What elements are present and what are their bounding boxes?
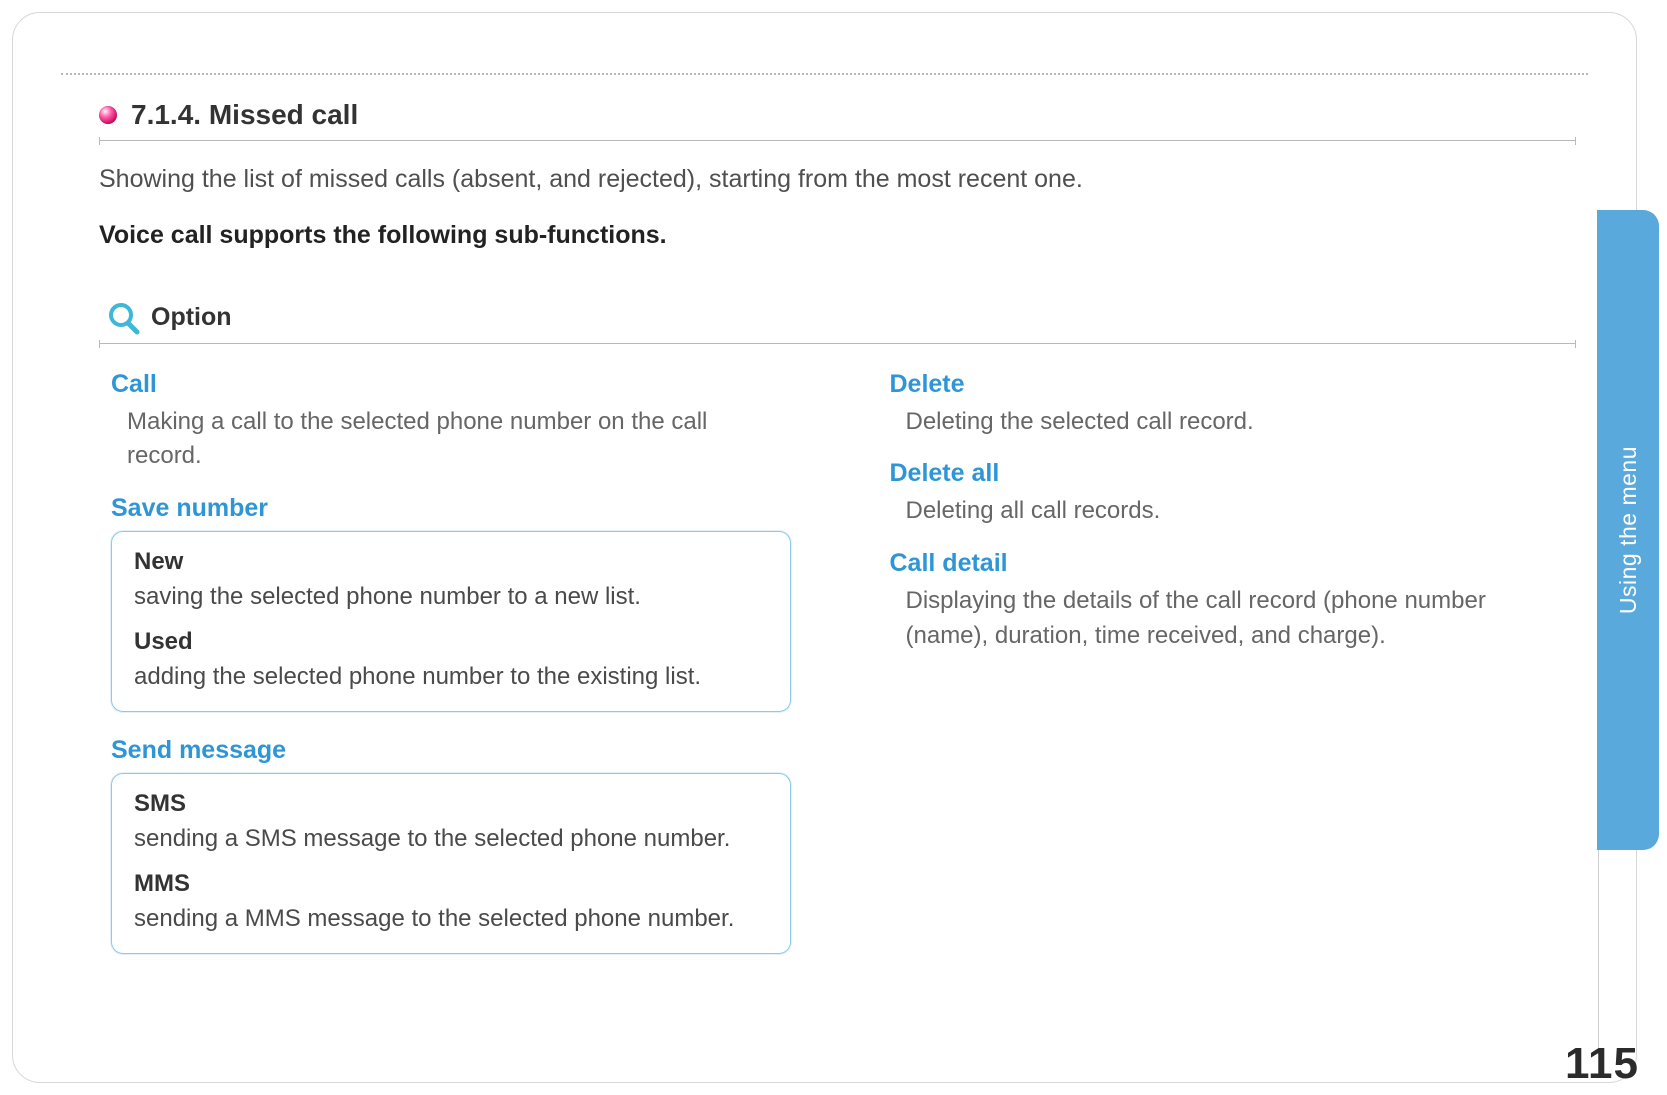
- intro-text: Showing the list of missed calls (absent…: [99, 161, 1576, 199]
- sendmsg-sms-desc: sending a SMS message to the selected ph…: [134, 822, 768, 856]
- content-area: 7.1.4. Missed call Showing the list of m…: [13, 99, 1636, 978]
- magnifier-icon: [105, 300, 141, 336]
- opt-call-desc: Making a call to the selected phone numb…: [127, 405, 767, 475]
- savenumber-new-desc: saving the selected phone number to a ne…: [134, 580, 768, 614]
- right-column: Delete Deleting the selected call record…: [878, 370, 1577, 979]
- page-frame: 7.1.4. Missed call Showing the list of m…: [12, 12, 1637, 1083]
- left-column: Call Making a call to the selected phone…: [99, 370, 798, 979]
- savenumber-new-title: New: [134, 548, 768, 576]
- opt-calldetail-desc: Displaying the details of the call recor…: [906, 584, 1546, 654]
- opt-delete-desc: Deleting the selected call record.: [906, 405, 1546, 440]
- opt-deleteall-title: Delete all: [890, 459, 1577, 488]
- savenumber-box: New saving the selected phone number to …: [111, 531, 791, 712]
- option-label: Option: [151, 303, 232, 332]
- page-number: 115: [1565, 1039, 1639, 1089]
- subfunctions-heading: Voice call supports the following sub-fu…: [99, 221, 1576, 250]
- opt-sendmsg-title: Send message: [111, 736, 798, 765]
- opt-deleteall-desc: Deleting all call records.: [906, 494, 1546, 529]
- bullet-icon: [99, 106, 117, 124]
- opt-calldetail-title: Call detail: [890, 549, 1577, 578]
- sendmsg-box: SMS sending a SMS message to the selecte…: [111, 773, 791, 954]
- rule-line: [99, 137, 1576, 145]
- savenumber-used-desc: adding the selected phone number to the …: [134, 660, 768, 694]
- sendmsg-mms-desc: sending a MMS message to the selected ph…: [134, 902, 768, 936]
- section-heading: 7.1.4. Missed call: [99, 99, 1576, 131]
- side-tab: Using the menu: [1597, 210, 1659, 850]
- option-columns: Call Making a call to the selected phone…: [99, 370, 1576, 979]
- dotted-divider: [61, 73, 1588, 75]
- section-title: 7.1.4. Missed call: [131, 99, 358, 131]
- opt-savenumber-title: Save number: [111, 494, 798, 523]
- sendmsg-sms-title: SMS: [134, 790, 768, 818]
- opt-delete-title: Delete: [890, 370, 1577, 399]
- side-tab-label: Using the menu: [1615, 446, 1642, 614]
- opt-call-title: Call: [111, 370, 798, 399]
- option-heading: Option: [105, 300, 1576, 336]
- rule-line-sub: [99, 340, 1576, 348]
- side-vertical-line: [1598, 850, 1599, 1055]
- sendmsg-mms-title: MMS: [134, 870, 768, 898]
- savenumber-used-title: Used: [134, 628, 768, 656]
